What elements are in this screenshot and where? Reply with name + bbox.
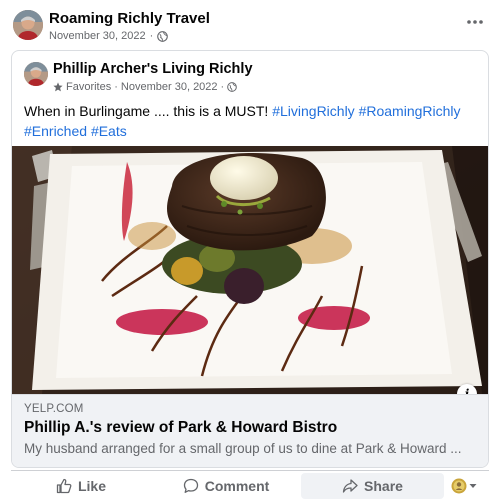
- profile-avatar-icon: [451, 478, 467, 493]
- comment-label: Comment: [204, 477, 270, 494]
- caret-down-icon: [469, 483, 477, 488]
- author-avatar-image: [24, 62, 48, 86]
- star-icon: [53, 82, 63, 92]
- more-options-button[interactable]: [463, 12, 487, 32]
- link-title[interactable]: Phillip A.'s review of Park & Howard Bis…: [24, 419, 337, 437]
- hashtag-link[interactable]: #Eats: [91, 123, 127, 139]
- action-bar: Like Comment Share: [11, 470, 489, 500]
- shared-post-card: Roaming Richly Travel November 30, 2022 …: [0, 0, 500, 502]
- post-date[interactable]: November 30, 2022: [49, 30, 146, 42]
- author-name[interactable]: Phillip Archer's Living Richly: [53, 61, 253, 77]
- separator: ·: [220, 81, 225, 93]
- page-name[interactable]: Roaming Richly Travel: [49, 10, 210, 27]
- comment-icon: [183, 478, 198, 493]
- hashtag-link[interactable]: #LivingRichly: [272, 103, 354, 119]
- post-caption: When in Burlingame .... this is a MUST! …: [24, 101, 479, 141]
- steak-dish-photo: [12, 146, 488, 394]
- separator: ·: [149, 30, 154, 42]
- link-description: My husband arranged for a small group of…: [24, 441, 462, 456]
- share-button[interactable]: Share: [301, 472, 444, 499]
- more-horizontal-icon: [467, 20, 483, 24]
- author-avatar[interactable]: [24, 62, 48, 86]
- reaction-profile-selector[interactable]: [444, 478, 484, 494]
- page-avatar[interactable]: [13, 10, 43, 40]
- shared-content-card: Phillip Archer's Living Richly Favorites…: [11, 50, 489, 468]
- globe-icon: [157, 30, 169, 42]
- share-icon: [342, 478, 358, 493]
- caption-text: When in Burlingame .... this is a MUST!: [24, 103, 273, 119]
- favorites-label: Favorites: [66, 81, 112, 93]
- page-avatar-image: [13, 10, 43, 40]
- shared-post-meta: Favorites · November 30, 2022 ·: [53, 81, 238, 93]
- like-button[interactable]: Like: [11, 473, 151, 499]
- outer-post-header: Roaming Richly Travel November 30, 2022 …: [13, 8, 487, 44]
- link-domain: YELP.COM: [24, 403, 84, 415]
- post-meta: November 30, 2022 ·: [49, 30, 169, 42]
- shared-post-date[interactable]: November 30, 2022: [121, 81, 218, 93]
- hashtag-link[interactable]: #Enriched: [24, 123, 87, 139]
- link-preview[interactable]: YELP.COM Phillip A.'s review of Park & H…: [12, 394, 488, 467]
- hashtag-link[interactable]: #RoamingRichly: [359, 103, 461, 119]
- share-label: Share: [364, 477, 403, 494]
- comment-button[interactable]: Comment: [151, 473, 301, 499]
- separator: ·: [114, 81, 118, 93]
- post-photo[interactable]: [12, 146, 488, 394]
- like-label: Like: [77, 477, 106, 494]
- globe-icon: [227, 82, 238, 92]
- like-icon: [56, 478, 72, 493]
